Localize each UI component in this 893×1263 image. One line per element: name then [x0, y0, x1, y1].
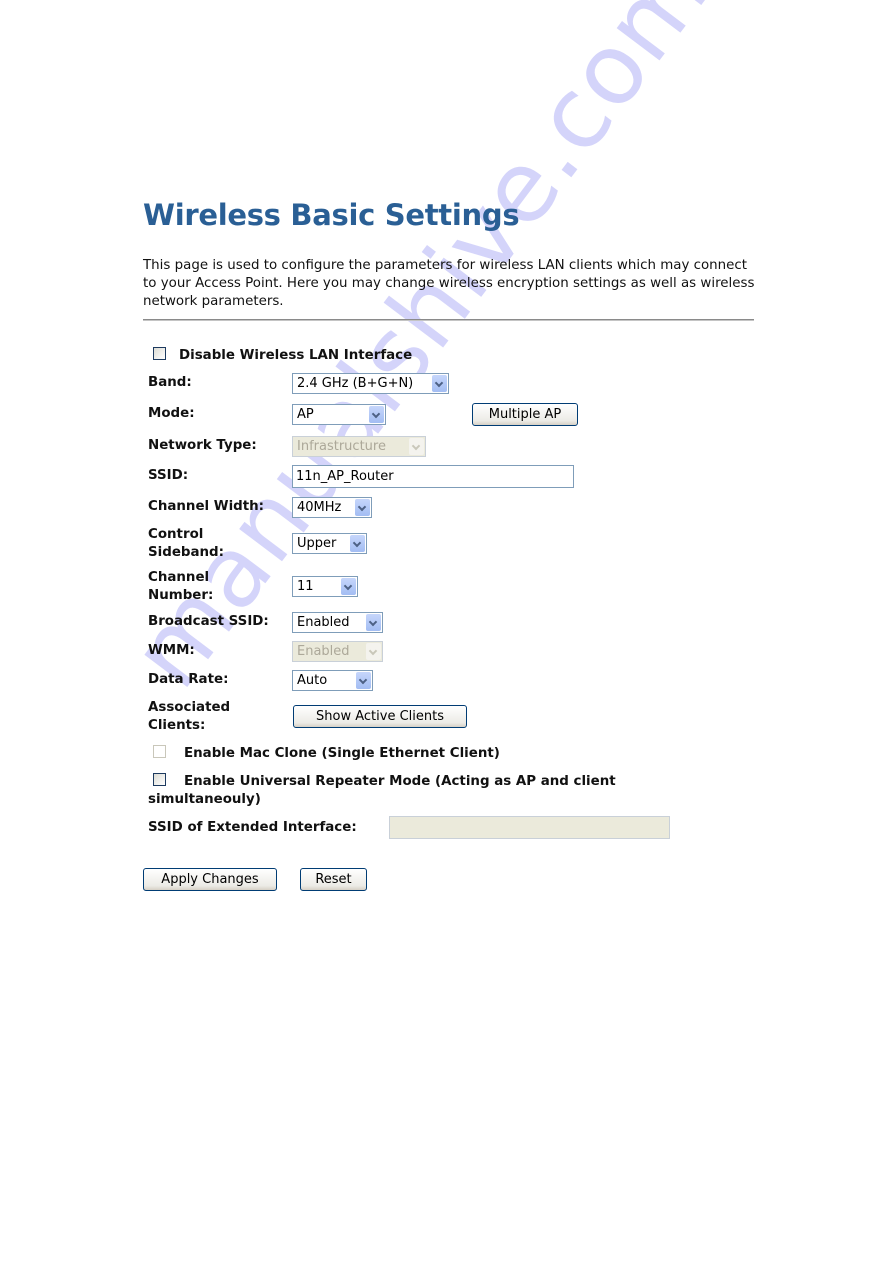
divider — [143, 319, 754, 321]
ssid-input[interactable]: 11n_AP_Router — [292, 465, 574, 488]
broadcast-ssid-select[interactable]: Enabled — [292, 612, 383, 633]
control-sideband-label-line1: Control — [148, 527, 204, 542]
page-description: This page is used to configure the param… — [143, 258, 755, 309]
channel-number-label-line2: Number: — [148, 588, 214, 603]
mac-clone-label: Enable Mac Clone (Single Ethernet Client… — [184, 746, 500, 761]
mode-label: Mode: — [148, 406, 195, 421]
channel-number-value: 11 — [297, 579, 314, 594]
band-select[interactable]: 2.4 GHz (B+G+N) — [292, 373, 449, 394]
disable-wlan-label: Disable Wireless LAN Interface — [179, 348, 413, 363]
wmm-select[interactable]: Enabled — [292, 641, 383, 662]
associated-clients-label-line1: Associated — [148, 700, 231, 715]
associated-clients-label: Associated Clients: — [148, 699, 230, 735]
disable-wlan-checkbox[interactable] — [153, 347, 166, 360]
extended-ssid-input[interactable] — [389, 816, 670, 839]
data-rate-value: Auto — [297, 673, 328, 688]
associated-clients-label-line2: Clients: — [148, 718, 206, 733]
chevron-down-icon — [350, 535, 365, 552]
network-type-label: Network Type: — [148, 438, 257, 453]
channel-width-value: 40MHz — [297, 500, 342, 515]
chevron-down-icon — [366, 614, 381, 631]
multiple-ap-button[interactable]: Multiple AP — [472, 403, 578, 426]
chevron-down-icon — [366, 643, 381, 660]
broadcast-ssid-label: Broadcast SSID: — [148, 614, 269, 629]
data-rate-select[interactable]: Auto — [292, 670, 373, 691]
chevron-down-icon — [356, 672, 371, 689]
wmm-value: Enabled — [297, 644, 350, 659]
mode-select[interactable]: AP — [292, 404, 386, 425]
chevron-down-icon — [432, 375, 447, 392]
ssid-label: SSID: — [148, 468, 189, 483]
broadcast-ssid-value: Enabled — [297, 615, 350, 630]
data-rate-label: Data Rate: — [148, 672, 229, 687]
apply-changes-button[interactable]: Apply Changes — [143, 868, 277, 891]
universal-repeater-label-cont: simultaneouly) — [148, 792, 261, 807]
network-type-select[interactable]: Infrastructure — [292, 436, 426, 457]
chevron-down-icon — [409, 438, 424, 455]
band-label: Band: — [148, 375, 192, 390]
mac-clone-checkbox[interactable] — [153, 745, 166, 758]
channel-width-select[interactable]: 40MHz — [292, 497, 372, 518]
universal-repeater-checkbox[interactable] — [153, 773, 166, 786]
channel-number-label: Channel Number: — [148, 569, 213, 605]
network-type-value: Infrastructure — [297, 439, 386, 454]
control-sideband-select[interactable]: Upper — [292, 533, 367, 554]
channel-number-label-line1: Channel — [148, 570, 210, 585]
extended-ssid-label: SSID of Extended Interface: — [148, 820, 357, 835]
channel-number-select[interactable]: 11 — [292, 576, 358, 597]
show-active-clients-button[interactable]: Show Active Clients — [293, 705, 467, 728]
band-value: 2.4 GHz (B+G+N) — [297, 376, 414, 391]
page-title: Wireless Basic Settings — [143, 198, 520, 232]
control-sideband-label-line2: Sideband: — [148, 545, 224, 560]
chevron-down-icon — [355, 499, 370, 516]
reset-button[interactable]: Reset — [300, 868, 367, 891]
chevron-down-icon — [341, 578, 356, 595]
chevron-down-icon — [369, 406, 384, 423]
universal-repeater-label: Enable Universal Repeater Mode (Acting a… — [184, 774, 616, 789]
mode-value: AP — [297, 407, 314, 422]
control-sideband-value: Upper — [297, 536, 337, 551]
channel-width-label: Channel Width: — [148, 499, 265, 514]
control-sideband-label: Control Sideband: — [148, 526, 224, 562]
wmm-label: WMM: — [148, 643, 195, 658]
